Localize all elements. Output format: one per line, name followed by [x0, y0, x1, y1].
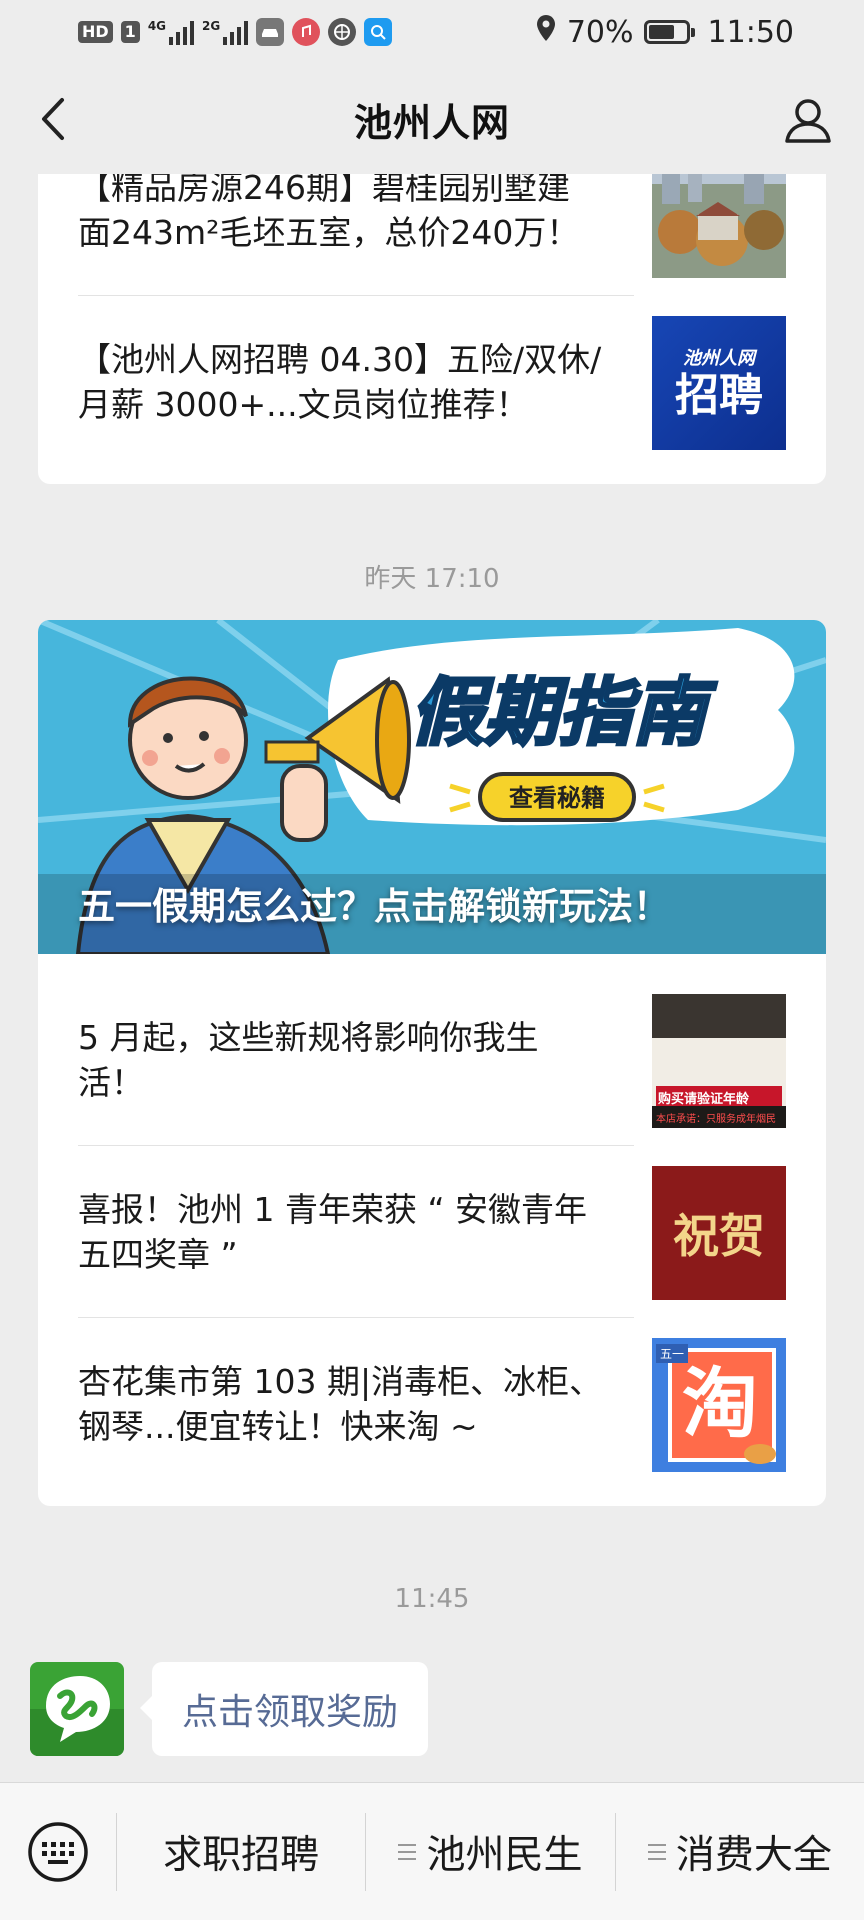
- article-item[interactable]: 杏花集市第 103 期|消毒柜、冰柜、 钢琴...便宜转让！快来淘 ~ 五一 淘: [78, 1318, 786, 1490]
- article-title: 杏花集市第 103 期|消毒柜、冰柜、 钢琴...便宜转让！快来淘 ~: [78, 1362, 603, 1446]
- menu-consumer-guide[interactable]: 消费大全: [616, 1783, 864, 1920]
- hd-badge: HD: [78, 21, 113, 43]
- tobacco-sign-thumbnail: 购买请验证年龄 本店承诺：只服务成年烟民: [652, 994, 786, 1128]
- keyboard-icon: [28, 1821, 88, 1882]
- status-bar: HD 1 4G 2G 70% 11:50: [0, 0, 864, 64]
- menu-label: 池州民生: [426, 1832, 583, 1878]
- article-item[interactable]: 【池州人网招聘 04.30】五险/双休/月薪 3000+...文员岗位推荐！ 池…: [78, 296, 786, 468]
- chat-header: 池州人网: [0, 64, 864, 174]
- banner-caption: 五一假期怎么过？点击解锁新玩法！: [78, 885, 670, 928]
- thumb-text: 淘: [682, 1359, 758, 1448]
- battery-icon: [643, 20, 695, 44]
- cover-banner[interactable]: 假期指南 查看秘籍 五一假期怎么过？点击解锁新玩法！: [38, 620, 826, 954]
- menu-chizhou-livelihood[interactable]: 池州民生: [366, 1783, 614, 1920]
- article-item[interactable]: 喜报！池州 1 青年荣获 “ 安徽青年 五四奖章 ” 祝贺: [78, 1146, 786, 1318]
- location-icon: [535, 14, 557, 50]
- article-thumbnail: [652, 174, 786, 278]
- banner-headline: 假期指南: [410, 670, 717, 756]
- music-app-icon: [292, 18, 321, 46]
- thumb-text: 池州人网: [683, 348, 755, 369]
- article-card: 【精品房源246期】碧桂园别墅建 面243m²毛坯五室，总价240万！ 【池州人…: [38, 174, 826, 484]
- official-account-avatar[interactable]: [30, 1662, 124, 1756]
- market-thumbnail: 五一 淘: [652, 1338, 786, 1472]
- article-title: 喜报！池州 1 青年荣获 “ 安徽青年 五四奖章 ”: [78, 1190, 588, 1274]
- menu-job-recruitment[interactable]: 求职招聘: [117, 1783, 365, 1920]
- banner-button-text: 查看秘籍: [509, 784, 605, 812]
- shop-sign-image: [652, 994, 786, 1128]
- search-app-icon: [364, 18, 393, 46]
- menu-label: 消费大全: [675, 1832, 832, 1878]
- back-button[interactable]: [28, 94, 78, 144]
- bottom-menu: 求职招聘 池州民生 消费大全: [0, 1782, 864, 1920]
- recruit-thumbnail: 池州人网 招聘: [652, 316, 786, 450]
- submenu-icon: [398, 1843, 417, 1860]
- signal-2g-icon: 2G: [202, 19, 249, 45]
- user-icon: [785, 99, 831, 143]
- article-card: 假期指南 查看秘籍 五一假期怎么过？点击解锁新玩法！ 5 月起，这些新规将影响你…: [38, 620, 826, 1506]
- menu-label: 求职招聘: [163, 1832, 320, 1878]
- sim-badge: 1: [120, 21, 140, 43]
- page-title: 池州人网: [353, 100, 510, 145]
- browser-app-icon: [328, 18, 357, 46]
- timestamp: 11:45: [394, 1584, 470, 1614]
- congrats-thumbnail: 祝贺: [652, 1166, 786, 1300]
- article-title: 【池州人网招聘 04.30】五险/双休/月薪 3000+...文员岗位推荐！: [78, 340, 602, 424]
- message-feed[interactable]: 【精品房源246期】碧桂园别墅建 面243m²毛坯五室，总价240万！ 【池州人…: [0, 174, 864, 1782]
- submenu-icon: [647, 1843, 666, 1860]
- article-title: 【精品房源246期】碧桂园别墅建 面243m²毛坯五室，总价240万！: [78, 174, 580, 252]
- house-photo-image: [652, 174, 786, 278]
- thumb-text: 祝贺: [673, 1209, 765, 1263]
- chizhou-logo-icon: [30, 1662, 124, 1756]
- thumb-text: 购买请验证年龄: [658, 1092, 750, 1107]
- profile-button[interactable]: [780, 92, 836, 148]
- thumb-text: 本店承诺：只服务成年烟民: [656, 1114, 776, 1125]
- article-title: 5 月起，这些新规将影响你我生 活！: [78, 1018, 539, 1102]
- reward-link-bubble[interactable]: 点击领取奖励: [139, 1662, 429, 1756]
- chevron-left-icon: [42, 98, 64, 140]
- car-app-icon: [256, 18, 285, 46]
- timestamp: 昨天 17:10: [364, 564, 500, 594]
- thumb-text: 招聘: [675, 370, 763, 421]
- signal-4g-icon: 4G: [148, 19, 195, 45]
- keyboard-button[interactable]: [0, 1783, 116, 1920]
- battery-percent: 70%: [566, 14, 634, 50]
- article-item[interactable]: 【精品房源246期】碧桂园别墅建 面243m²毛坯五室，总价240万！: [78, 174, 786, 296]
- clock: 11:50: [707, 14, 794, 50]
- article-item[interactable]: 5 月起，这些新规将影响你我生 活！ 购买请验证年龄 本店承诺：只服务成年烟民: [78, 974, 786, 1146]
